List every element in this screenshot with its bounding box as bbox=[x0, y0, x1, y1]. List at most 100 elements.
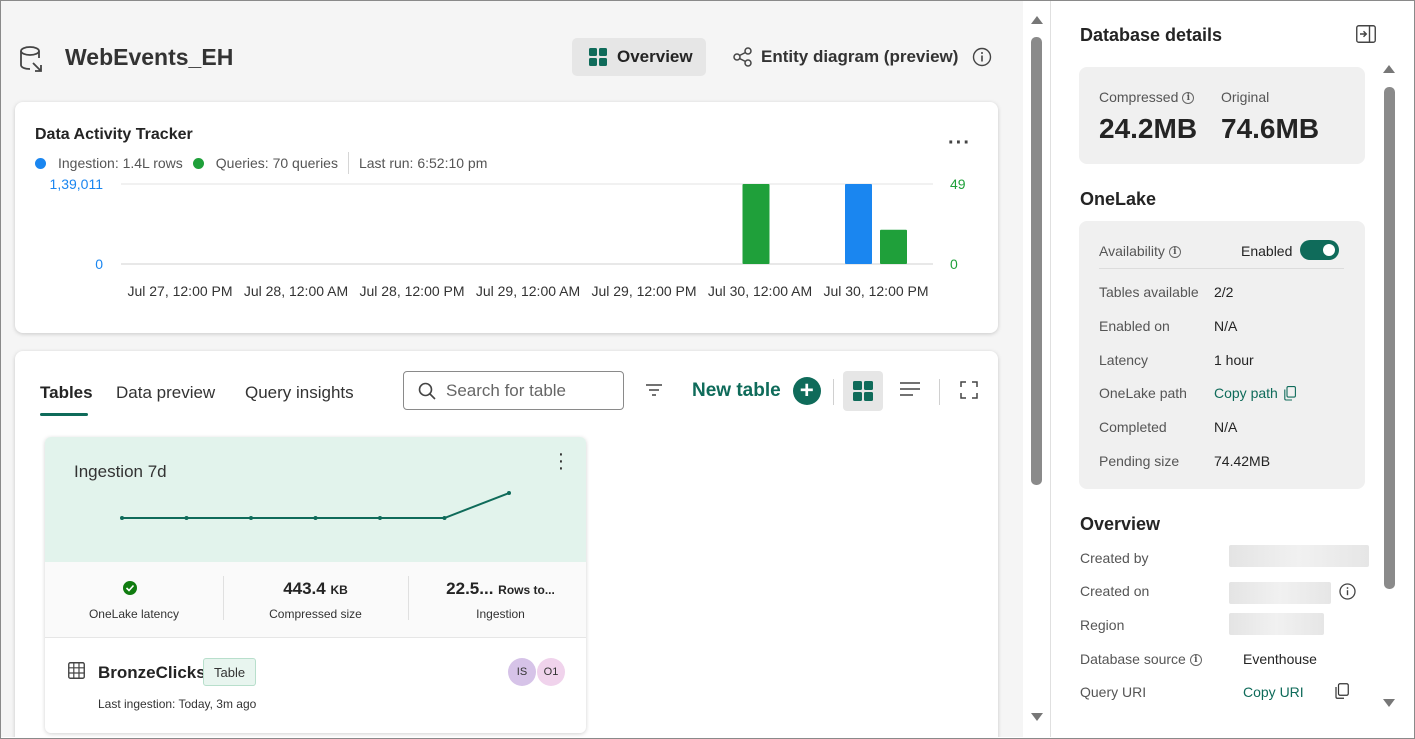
query-uri-label: Query URI bbox=[1080, 684, 1147, 700]
table-card[interactable]: Ingestion 7d · · · OneLake latency 443.4 K… bbox=[45, 437, 586, 733]
copy-path-link[interactable]: Copy path bbox=[1214, 385, 1278, 401]
info-icon[interactable]: i bbox=[1168, 246, 1181, 259]
info-icon[interactable] bbox=[1339, 583, 1356, 600]
details-scroll-down-arrow[interactable] bbox=[1383, 699, 1395, 707]
plus-icon: + bbox=[792, 377, 821, 405]
sparkline-point bbox=[120, 516, 124, 520]
stat-value: 443.4 KB bbox=[283, 579, 348, 598]
size-summary-box: Compressed i 24.2MB Original 74.6MB bbox=[1079, 67, 1365, 164]
table-stats: OneLake latency 443.4 KB Compressed size… bbox=[45, 562, 586, 638]
scroll-down-arrow[interactable] bbox=[1031, 713, 1043, 721]
check-circle-icon bbox=[123, 581, 137, 595]
grid-icon bbox=[589, 48, 607, 66]
database-details-panel: Database details Compressed i 24.2MB Orig… bbox=[1050, 1, 1413, 737]
copy-icon[interactable] bbox=[1284, 386, 1296, 401]
scroll-up-arrow[interactable] bbox=[1031, 16, 1043, 24]
overview-button[interactable]: Overview bbox=[572, 38, 706, 76]
onelake-row-label: Completed bbox=[1099, 419, 1167, 436]
details-scroll-up-arrow[interactable] bbox=[1383, 65, 1395, 73]
search-input[interactable] bbox=[446, 380, 616, 401]
left-axis-tick-label: 1,39,011 bbox=[50, 176, 104, 192]
details-scroll-thumb[interactable] bbox=[1384, 87, 1395, 589]
scroll-thumb[interactable] bbox=[1031, 37, 1042, 485]
region-label: Region bbox=[1080, 617, 1125, 633]
avatar[interactable]: O1 bbox=[537, 658, 565, 686]
onelake-row-label: OneLake path bbox=[1099, 385, 1187, 402]
onelake-heading: OneLake bbox=[1080, 189, 1157, 209]
right-axis-tick-label: 49 bbox=[950, 176, 966, 192]
table-name[interactable]: BronzeClicks bbox=[98, 663, 206, 683]
copy-uri-link[interactable]: Copy URI bbox=[1243, 684, 1304, 700]
sparkline-point bbox=[184, 516, 189, 520]
original-label: Original bbox=[1221, 89, 1270, 105]
table-type-badge: Table bbox=[203, 658, 257, 686]
sparkline-point bbox=[249, 516, 253, 520]
x-axis-tick-label: Jul 29, 12:00 PM bbox=[591, 283, 696, 299]
main-area: WebEvents_EH Overview Entity diagram (pr… bbox=[1, 1, 1023, 737]
onelake-row-label: Pending size bbox=[1099, 453, 1180, 469]
availability-label: Availability i bbox=[1099, 243, 1181, 259]
new-table-button[interactable]: New table + bbox=[692, 377, 821, 405]
tab-tables[interactable]: Tables bbox=[40, 383, 93, 403]
onelake-row-value: 1 hour bbox=[1214, 351, 1254, 368]
x-axis-tick-label: Jul 29, 12:00 AM bbox=[476, 283, 580, 299]
ingestion-sparkline bbox=[120, 491, 511, 520]
details-title: Database details bbox=[1080, 25, 1223, 45]
copy-icon[interactable] bbox=[1335, 683, 1349, 699]
availability-toggle[interactable] bbox=[1300, 240, 1339, 260]
compressed-value: 24.2MB bbox=[1099, 113, 1198, 144]
info-icon[interactable]: i bbox=[1182, 92, 1195, 105]
bar-queries bbox=[880, 229, 907, 264]
grid-view-icon bbox=[853, 381, 873, 401]
x-axis-tick-label: Jul 28, 12:00 PM bbox=[359, 283, 464, 299]
stat-label: OneLake latency bbox=[88, 607, 180, 621]
compressed-label: Compressed i bbox=[1099, 89, 1195, 105]
collapse-panel-icon[interactable] bbox=[1356, 25, 1376, 43]
left-axis-tick-label: 0 bbox=[95, 256, 103, 272]
page-title: WebEvents_EH bbox=[65, 44, 234, 70]
last-ingestion-text: Last ingestion: Today, 3m ago bbox=[98, 697, 257, 711]
entity-diagram-label: Entity diagram (preview) bbox=[761, 47, 959, 66]
tables-panel: Tables Data preview Query insights New t… bbox=[15, 351, 998, 737]
onelake-row-value: 74.42MB bbox=[1214, 453, 1271, 469]
onelake-row-label: Enabled on bbox=[1099, 317, 1170, 334]
tab-data-preview[interactable]: Data preview bbox=[116, 383, 215, 403]
toolbar-divider-2 bbox=[939, 379, 940, 405]
stat-label: Compressed size bbox=[269, 607, 362, 621]
sparkline-point bbox=[507, 491, 511, 495]
info-icon[interactable]: i bbox=[1189, 654, 1202, 667]
table-search-box[interactable] bbox=[403, 371, 624, 410]
sparkline-point bbox=[378, 516, 382, 520]
onelake-row-value: 2/2 bbox=[1214, 284, 1234, 300]
x-axis-tick-label: Jul 30, 12:00 PM bbox=[823, 283, 928, 299]
entity-diagram-button[interactable]: Entity diagram (preview) bbox=[733, 38, 992, 76]
new-table-label: New table bbox=[692, 380, 781, 401]
overview-heading: Overview bbox=[1080, 514, 1161, 534]
x-axis-tick-label: Jul 30, 12:00 AM bbox=[708, 283, 812, 299]
onelake-box: Availability i Enabled Tables available 2/… bbox=[1079, 221, 1365, 489]
activity-chart: 1,39,011 0 49 0 Jul 27, 12:00 PM Jul 28, 12:0… bbox=[50, 176, 966, 299]
created-on-label: Created on bbox=[1080, 583, 1150, 599]
search-icon bbox=[418, 382, 436, 400]
grid-view-button[interactable] bbox=[843, 371, 883, 411]
bar-queries bbox=[742, 184, 770, 264]
main-scrollbar[interactable] bbox=[1023, 1, 1050, 737]
fullscreen-icon[interactable] bbox=[960, 381, 978, 399]
bar-ingestion bbox=[845, 184, 872, 264]
created-on-value-redacted bbox=[1229, 582, 1331, 604]
sparkline-point bbox=[313, 516, 318, 520]
database-source-label: Database source i bbox=[1080, 651, 1202, 667]
tab-query-insights[interactable]: Query insights bbox=[245, 383, 354, 403]
onelake-row-label: Tables available bbox=[1099, 284, 1199, 300]
active-tab-indicator bbox=[40, 413, 88, 416]
region-value-redacted bbox=[1229, 613, 1324, 635]
original-value: 74.6MB bbox=[1221, 113, 1320, 144]
list-view-icon[interactable] bbox=[900, 381, 920, 397]
info-icon[interactable] bbox=[972, 47, 992, 67]
avatar[interactable]: IS bbox=[508, 658, 536, 686]
filter-icon[interactable] bbox=[645, 383, 663, 399]
sparkline-point bbox=[442, 516, 447, 520]
stat-value: 22.5... Rows to... bbox=[446, 579, 555, 598]
created-by-label: Created by bbox=[1080, 550, 1149, 566]
database-source-value: Eventhouse bbox=[1243, 651, 1317, 667]
